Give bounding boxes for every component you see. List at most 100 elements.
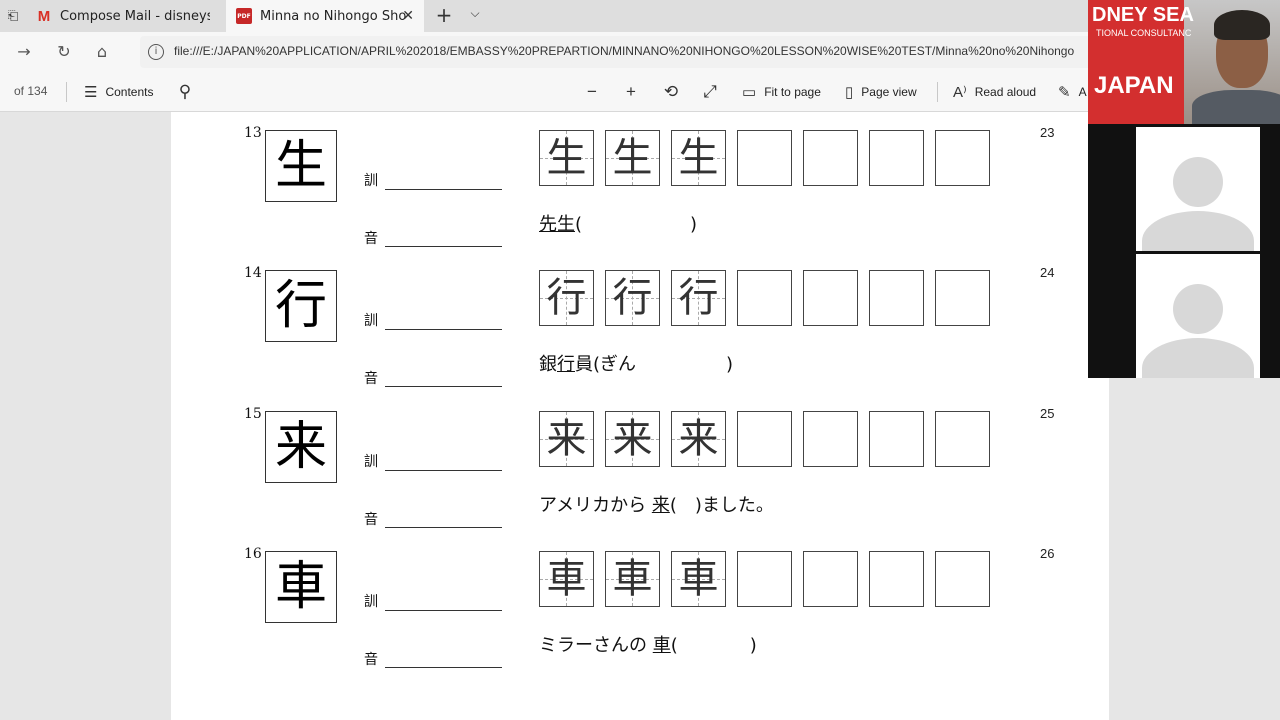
practice-box[interactable]: 車 [539, 551, 594, 607]
sentence-prefix: ミラーさんの [539, 635, 653, 656]
forward-icon[interactable]: → [12, 40, 36, 64]
kun-answer-line[interactable] [385, 189, 502, 190]
sentence-close: ) [677, 635, 757, 656]
fit-icon: ▭ [742, 84, 757, 101]
practice-box[interactable]: 生 [605, 130, 660, 186]
practice-box[interactable] [737, 411, 792, 467]
practice-box[interactable]: 来 [605, 411, 660, 467]
practice-box[interactable]: 行 [605, 270, 660, 326]
fit-to-page-button[interactable]: ▭ Fit to page [742, 80, 821, 104]
practice-box[interactable]: 生 [539, 130, 594, 186]
practice-box[interactable] [737, 551, 792, 607]
kun-reading-label: 訓 [364, 313, 378, 329]
question-number: 25 [1040, 406, 1055, 421]
kanji-character: 車 [265, 551, 337, 623]
practice-box[interactable]: 行 [671, 270, 726, 326]
kun-answer-line[interactable] [385, 470, 502, 471]
new-tab-button[interactable]: + [432, 4, 456, 28]
presenter-camera[interactable]: DNEY SEA TIONAL CONSULTANC JAPAN [1088, 0, 1280, 124]
avatar-body [1142, 338, 1254, 378]
read-aloud-icon: A⁾ [953, 84, 967, 101]
kun-reading-label: 訓 [364, 173, 378, 189]
question-number: 24 [1040, 265, 1055, 280]
avatar-icon [1173, 157, 1223, 207]
divider [937, 82, 938, 102]
practice-box[interactable] [935, 270, 990, 326]
on-reading-label: 音 [364, 371, 378, 387]
pdf-page: 13 生 訓 音 生 生 生 先生( ) 23 14 行 訓 音 行 行 行 銀… [171, 112, 1109, 720]
kun-answer-line[interactable] [385, 329, 502, 330]
draw-button[interactable]: ✎ A [1058, 80, 1087, 104]
example-sentence: 銀行員(ぎん ) [539, 350, 733, 376]
practice-box[interactable] [869, 551, 924, 607]
practice-box[interactable] [935, 130, 990, 186]
practice-box[interactable] [803, 411, 858, 467]
kun-answer-line[interactable] [385, 610, 502, 611]
practice-box[interactable] [935, 551, 990, 607]
rotate-icon[interactable]: ⟲ [659, 80, 683, 104]
practice-box[interactable] [869, 270, 924, 326]
kanji-exercise: 14 行 訓 音 行 行 行 銀行員(ぎん ) 24 [171, 265, 1109, 405]
contents-button[interactable]: ☰ Contents [84, 80, 153, 104]
kanji-character: 生 [265, 130, 337, 202]
search-icon[interactable]: ⚲ [173, 80, 197, 104]
chevron-down-icon[interactable]: ⌵ [466, 6, 484, 24]
example-sentence: 先生( ) [539, 210, 697, 236]
read-aloud-button[interactable]: A⁾ Read aloud [953, 80, 1036, 104]
tab-actions-icon[interactable]: ⎗ [0, 0, 26, 32]
practice-box[interactable]: 車 [605, 551, 660, 607]
gmail-icon: M [37, 7, 51, 25]
practice-box[interactable]: 来 [539, 411, 594, 467]
practice-box[interactable]: 来 [671, 411, 726, 467]
zoom-in-icon[interactable]: + [619, 80, 643, 104]
zoom-out-icon[interactable]: − [580, 80, 604, 104]
refresh-icon[interactable]: ↻ [52, 40, 76, 64]
home-icon[interactable]: ⌂ [90, 40, 114, 64]
url-field[interactable]: i file:///E:/JAPAN%20APPLICATION/APRIL%2… [140, 36, 1140, 68]
practice-box[interactable] [803, 270, 858, 326]
practice-box[interactable] [737, 130, 792, 186]
avatar-icon [1173, 284, 1223, 334]
contents-label: Contents [105, 85, 154, 99]
kanji-character: 行 [265, 270, 337, 342]
sentence-prefix: 銀 [539, 354, 557, 375]
on-answer-line[interactable] [385, 527, 502, 528]
sentence-open: ( [575, 214, 583, 235]
browser-window: ⎗ M Compose Mail - disneyseap PDF Minna … [0, 0, 1280, 720]
exercise-number: 14 [244, 265, 262, 281]
participant-tile[interactable] [1136, 127, 1260, 251]
fullscreen-icon[interactable]: ⤢ [698, 80, 722, 104]
exercise-number: 15 [244, 406, 262, 422]
practice-box[interactable] [869, 411, 924, 467]
info-icon[interactable]: i [148, 44, 164, 60]
kanji-exercise: 15 来 訓 音 来 来 来 アメリカから 来( )ました。 25 [171, 406, 1109, 546]
practice-box[interactable]: 車 [671, 551, 726, 607]
question-number: 26 [1040, 546, 1055, 561]
page-view-button[interactable]: ▯ Page view [845, 80, 917, 104]
trace-character: 生 [546, 135, 587, 181]
on-answer-line[interactable] [385, 667, 502, 668]
practice-box[interactable]: 行 [539, 270, 594, 326]
tab-compose-mail[interactable]: M Compose Mail - disneyseap [26, 0, 224, 32]
sentence-suffix: ( [669, 495, 677, 516]
practice-box[interactable] [803, 130, 858, 186]
kanji-exercise: 13 生 訓 音 生 生 生 先生( ) 23 [171, 125, 1109, 265]
kun-reading-label: 訓 [364, 594, 378, 610]
page-view-label: Page view [861, 85, 917, 99]
practice-box[interactable]: 生 [671, 130, 726, 186]
practice-box[interactable] [869, 130, 924, 186]
practice-box[interactable] [935, 411, 990, 467]
close-tab-icon[interactable]: ✕ [402, 8, 414, 24]
participant-tile[interactable] [1136, 254, 1260, 378]
on-answer-line[interactable] [385, 246, 502, 247]
page-icon: ▯ [845, 84, 854, 101]
url-text[interactable]: file:///E:/JAPAN%20APPLICATION/APRIL%202… [174, 44, 1074, 58]
banner-image: DNEY SEA TIONAL CONSULTANC JAPAN [1088, 0, 1194, 124]
on-reading-label: 音 [364, 512, 378, 528]
read-aloud-label: Read aloud [974, 85, 1037, 99]
practice-box[interactable] [803, 551, 858, 607]
trace-character: 来 [546, 416, 587, 462]
on-answer-line[interactable] [385, 386, 502, 387]
practice-box[interactable] [737, 270, 792, 326]
tab-minna-no-nihongo[interactable]: PDF Minna no Nihongo Sho ✕ [226, 0, 424, 32]
